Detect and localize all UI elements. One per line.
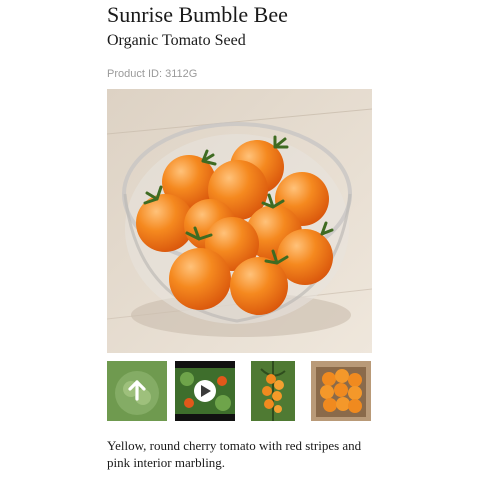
product-description: Yellow, round cherry tomato with red str… — [107, 438, 362, 470]
product-subtitle: Organic Tomato Seed — [107, 32, 246, 49]
product-title: Sunrise Bumble Bee — [107, 2, 288, 27]
thumbnail-video[interactable] — [175, 361, 235, 421]
thumbnail-1[interactable] — [107, 361, 167, 421]
main-product-image — [107, 89, 372, 353]
product-id: Product ID: 3112G — [107, 68, 198, 80]
thumbnail-4[interactable] — [311, 361, 371, 421]
thumbnail-3[interactable] — [251, 361, 295, 421]
